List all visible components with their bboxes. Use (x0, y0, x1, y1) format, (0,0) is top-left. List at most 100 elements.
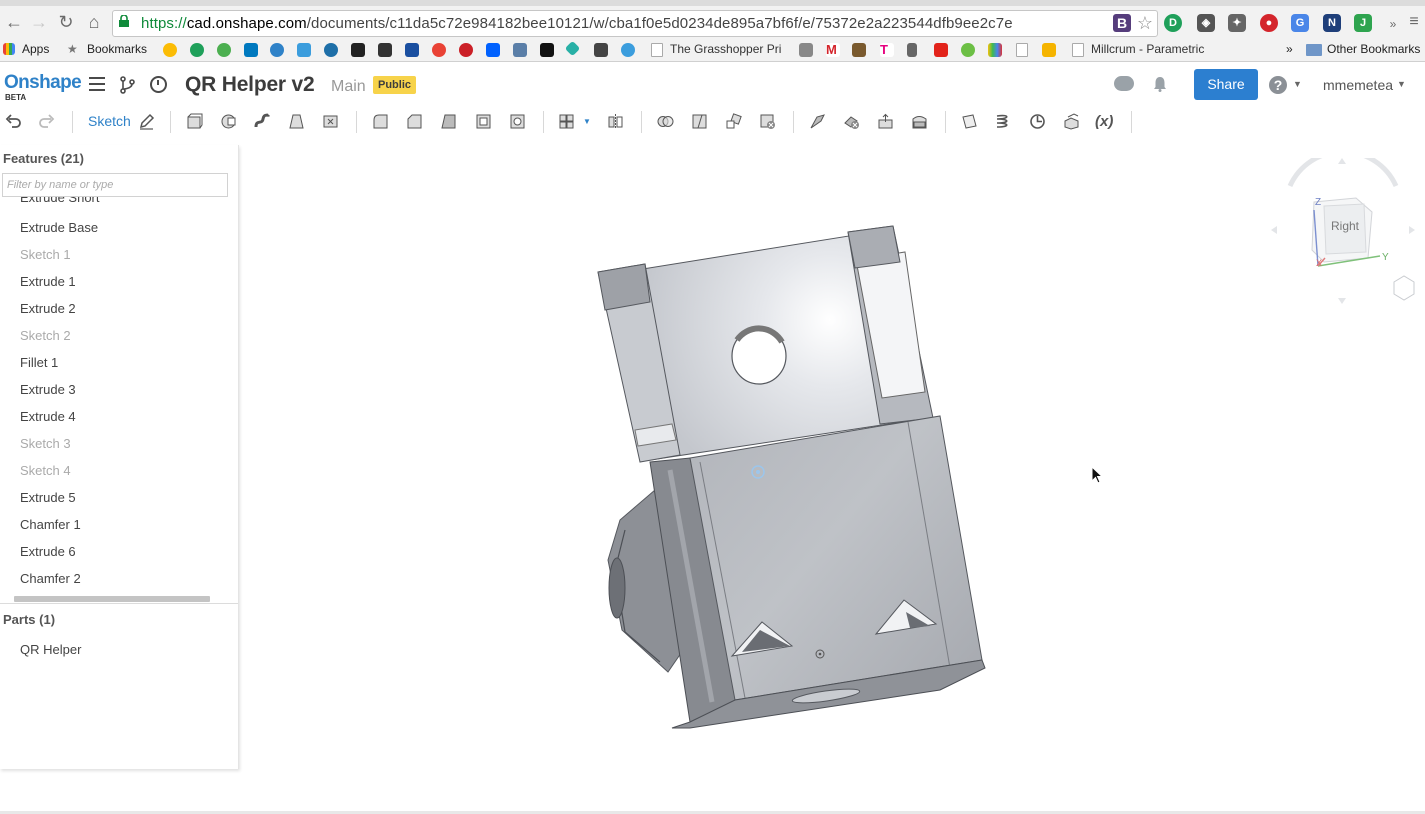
bookmark-road-icon[interactable] (513, 43, 527, 57)
sketch-item[interactable]: Sketch 1 (20, 247, 71, 262)
bookmark-puzzle-icon[interactable] (378, 43, 392, 57)
sketch-button[interactable]: Sketch (88, 113, 131, 129)
helix-icon[interactable] (995, 113, 1012, 130)
mirror-icon[interactable] (607, 113, 624, 130)
sketch-item[interactable]: Sketch 2 (20, 328, 71, 343)
fillet-icon[interactable] (372, 113, 389, 130)
extension-adobe-icon[interactable]: ● (1260, 14, 1278, 32)
onshape-logo[interactable]: Onshape (4, 72, 82, 94)
bookmark-green-icon[interactable] (961, 43, 975, 57)
forward-icon[interactable]: → (29, 12, 49, 32)
bookmark-circle-icon[interactable] (217, 43, 231, 57)
bookmark-bookmarks[interactable]: Bookmarks (87, 42, 147, 56)
bookmarks-overflow[interactable]: » (1286, 42, 1293, 56)
draft-icon[interactable] (440, 113, 457, 130)
share-button[interactable]: Share (1194, 69, 1258, 100)
extension-tool-icon[interactable]: ✦ (1228, 14, 1246, 32)
features-header[interactable]: Features (21) (3, 151, 84, 166)
extensions-overflow-icon[interactable]: » (1383, 14, 1403, 34)
user-caret-icon[interactable]: ▼ (1397, 79, 1406, 89)
bookmark-tmobile-icon[interactable]: T (880, 43, 894, 57)
extension-translate-icon[interactable]: G (1291, 14, 1309, 32)
bookmark-onshape-icon[interactable] (270, 43, 284, 57)
graphics-viewport[interactable] (240, 145, 1425, 810)
bookmark-gray-icon[interactable] (799, 43, 813, 57)
variables-button[interactable]: (x) (1095, 113, 1113, 130)
shell-icon[interactable] (475, 113, 492, 130)
feature-item[interactable]: Extrude 4 (20, 409, 76, 424)
loft-icon[interactable] (288, 113, 305, 130)
delete-part-icon[interactable] (759, 113, 776, 130)
hole-icon[interactable] (509, 113, 526, 130)
sketch-pencil-icon[interactable] (138, 113, 155, 130)
history-clock-icon[interactable] (150, 76, 167, 93)
split-icon[interactable] (691, 113, 708, 130)
help-caret-icon[interactable]: ▼ (1293, 79, 1302, 89)
extension-j-icon[interactable]: J (1354, 14, 1372, 32)
feature-item[interactable]: Extrude 1 (20, 274, 76, 289)
bookmark-apps[interactable]: Apps (22, 42, 49, 56)
bookmark-vm-icon[interactable] (324, 43, 338, 57)
address-bar[interactable]: https://cad.onshape.com/documents/c11da5… (112, 10, 1158, 37)
bookmark-dropbox-icon[interactable] (486, 43, 500, 57)
extension-n-icon[interactable]: N (1323, 14, 1341, 32)
reload-icon[interactable]: ↻ (56, 12, 76, 32)
bootstrap-extension-icon[interactable]: B (1113, 14, 1131, 32)
home-icon[interactable]: ⌂ (84, 12, 104, 32)
bookmark-gmail-icon[interactable]: M (826, 43, 840, 57)
boolean-icon[interactable] (657, 113, 674, 130)
notifications-bell-icon[interactable] (1152, 76, 1168, 92)
browser-menu-icon[interactable]: ≡ (1404, 12, 1424, 32)
versions-branch-icon[interactable] (120, 76, 136, 94)
bookmark-3d-icon[interactable] (351, 43, 365, 57)
extrude-icon[interactable] (186, 113, 203, 130)
view-cube[interactable]: Right Z Y X (1268, 158, 1418, 308)
bookmark-grasshopper[interactable]: The Grasshopper Pri (670, 42, 781, 56)
sketch-item[interactable]: Sketch 4 (20, 463, 71, 478)
thicken-icon[interactable] (322, 113, 339, 130)
bookmark-trello-icon[interactable] (244, 43, 258, 57)
bookmark-drive-icon[interactable] (163, 43, 177, 57)
part-model[interactable] (240, 145, 1425, 810)
user-menu[interactable]: mmemetea (1323, 77, 1393, 93)
pattern-dropdown-caret-icon[interactable]: ▼ (583, 117, 591, 126)
sketch-item[interactable]: Sketch 3 (20, 436, 71, 451)
panel-divider[interactable] (0, 603, 238, 604)
bookmark-diamond-icon[interactable] (564, 40, 581, 57)
bookmark-dots-icon[interactable] (594, 43, 608, 57)
feature-list-scrollbar[interactable] (14, 596, 210, 602)
comments-chat-icon[interactable] (1114, 76, 1134, 91)
back-icon[interactable]: ← (4, 12, 24, 32)
bookmark-millcrum[interactable]: Millcrum - Parametric (1091, 42, 1204, 56)
feature-item[interactable]: Extrude 6 (20, 544, 76, 559)
feature-filter-input[interactable] (2, 173, 228, 197)
bookmark-t2-icon[interactable] (621, 43, 635, 57)
feature-item[interactable]: Chamfer 1 (20, 517, 81, 532)
extension-green-icon[interactable]: D (1164, 14, 1182, 32)
feature-item[interactable]: Extrude 5 (20, 490, 76, 505)
bookmark-h-icon[interactable] (540, 43, 554, 57)
feature-item[interactable]: Extrude Short (20, 197, 100, 205)
bookmark-red-icon[interactable] (934, 43, 948, 57)
delete-face-icon[interactable] (843, 113, 860, 130)
bookmark-color-icon[interactable] (988, 43, 1002, 57)
move-face-icon[interactable] (877, 113, 894, 130)
bookmark-star-icon[interactable]: ☆ (1137, 13, 1153, 34)
feature-item[interactable]: Extrude Base (20, 220, 98, 235)
bookmark-hangouts-icon[interactable] (190, 43, 204, 57)
feature-item[interactable]: Extrude 3 (20, 382, 76, 397)
parts-header[interactable]: Parts (1) (3, 612, 55, 627)
undo-icon[interactable] (5, 113, 22, 130)
feature-item[interactable]: Extrude 2 (20, 301, 76, 316)
redo-icon[interactable] (38, 113, 55, 130)
bookmark-flag-icon[interactable] (907, 43, 917, 57)
bookmark-photo-icon[interactable] (852, 43, 866, 57)
workspace-name[interactable]: Main (331, 78, 366, 96)
feature-item[interactable]: Chamfer 2 (20, 571, 81, 586)
help-icon[interactable]: ? (1269, 76, 1287, 94)
sweep-icon[interactable] (254, 113, 271, 130)
feature-item[interactable]: Fillet 1 (20, 355, 58, 370)
modify-fillet-icon[interactable] (809, 113, 826, 130)
bookmark-t-icon[interactable] (297, 43, 311, 57)
document-title[interactable]: QR Helper v2 (185, 73, 315, 97)
